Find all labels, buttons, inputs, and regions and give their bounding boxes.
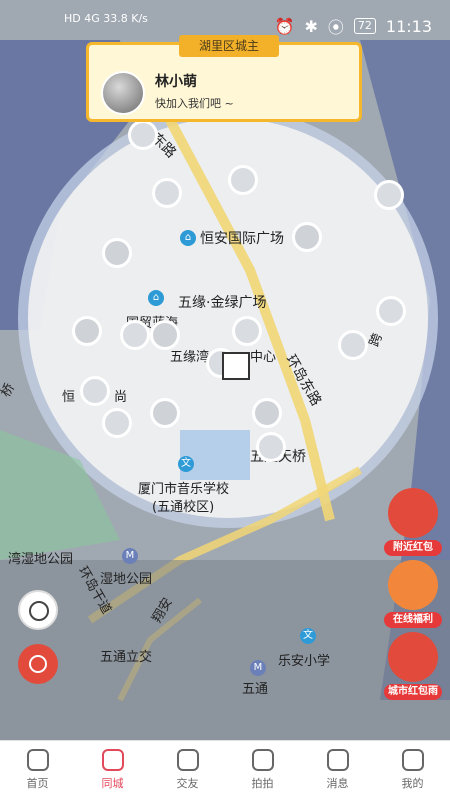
profile-icon	[401, 749, 424, 771]
user-marker[interactable]	[338, 330, 368, 360]
metro-icon: M	[122, 548, 138, 564]
poi-label-lean: 乐安小学	[278, 654, 331, 669]
user-marker[interactable]	[252, 398, 282, 428]
user-marker[interactable]	[376, 296, 406, 326]
city-redpacket-rain-button[interactable]: 城市红包雨	[384, 632, 442, 700]
status-bar: HD 4G 33.8 K/s ⏰ ✱ ⦿ 72 11:13	[0, 0, 450, 48]
location-icon	[176, 749, 199, 771]
poi-label-school2: (五通校区)	[152, 500, 215, 515]
time-label: 11:13	[385, 16, 432, 36]
bottom-tab-bar: 首页 同城 交友 拍拍 消息 我的	[0, 740, 450, 801]
user-name: 林小萌	[155, 74, 197, 90]
network-status: HD 4G 33.8 K/s	[64, 12, 148, 25]
user-marker[interactable]	[256, 432, 286, 462]
user-subtitle: 快加入我们吧 ~	[155, 97, 234, 110]
status-left: HD 4G 33.8 K/s	[64, 12, 148, 25]
tab-friends-label: 交友	[176, 777, 199, 790]
city-lord-card[interactable]: 湖里区城主 林小萌 快加入我们吧 ~	[86, 35, 362, 122]
poi-label-wuyuanwan: 五缘湾	[170, 350, 210, 365]
map-view[interactable]: HD 4G 33.8 K/s ⏰ ✱ ⦿ 72 11:13 湖里区城主 林小萌 …	[0, 0, 450, 740]
poi-label-center: 中心	[250, 350, 277, 365]
online-welfare-button[interactable]: 在线福利	[384, 560, 442, 628]
user-marker[interactable]	[150, 398, 180, 428]
user-marker[interactable]	[102, 238, 132, 268]
home-icon	[26, 749, 49, 771]
user-marker[interactable]	[150, 320, 180, 350]
user-marker[interactable]	[80, 376, 110, 406]
map-text-shang: 尚	[114, 390, 128, 405]
tab-home-label: 首页	[26, 777, 49, 790]
tab-same-city-label: 同城	[101, 777, 124, 790]
user-marker[interactable]	[152, 178, 182, 208]
user-marker[interactable]	[292, 222, 322, 252]
user-marker[interactable]	[72, 316, 102, 346]
tab-messages[interactable]: 消息	[300, 741, 375, 801]
status-right: ⏰ ✱ ⦿ 72 11:13	[275, 14, 432, 38]
bluetooth-icon: ✱	[304, 16, 318, 36]
locate-button[interactable]	[18, 590, 58, 630]
tab-photo[interactable]: 拍拍	[225, 741, 300, 801]
user-marker[interactable]	[232, 316, 262, 346]
poi-label-wetland2: 湾湿地公园	[8, 552, 74, 567]
poi-label-wutong2: 五通	[242, 682, 269, 697]
user-marker[interactable]	[102, 408, 132, 438]
battery-indicator: 72	[353, 18, 376, 34]
poi-icon: 文	[300, 628, 316, 644]
city-redpacket-rain-label: 城市红包雨	[384, 684, 442, 700]
tab-home[interactable]: 首页	[0, 741, 75, 801]
message-icon	[326, 749, 349, 771]
poi-label-wetland: 湿地公园	[100, 572, 153, 587]
qr-code-icon[interactable]	[222, 352, 250, 380]
location-icon: ⦿	[327, 18, 344, 37]
refresh-icon	[29, 655, 47, 673]
map-pin-icon	[101, 749, 124, 771]
user-marker[interactable]	[120, 320, 150, 350]
poi-label-hengan: 恒安国际广场	[200, 231, 284, 247]
tab-same-city[interactable]: 同城	[75, 741, 150, 801]
refresh-button[interactable]	[18, 644, 58, 684]
tab-photo-label: 拍拍	[251, 777, 274, 790]
poi-label-wutong-jiao: 五通立交	[100, 650, 153, 665]
map-text-heng: 恒	[62, 390, 76, 405]
nearby-redpacket-label: 附近红包	[384, 540, 442, 556]
poi-label-wuyuan: 五缘·金绿广场	[178, 295, 267, 311]
camera-icon	[251, 749, 274, 771]
metro-icon: M	[250, 660, 266, 676]
user-marker[interactable]	[374, 180, 404, 210]
user-marker[interactable]	[228, 165, 258, 195]
locate-icon	[29, 601, 49, 621]
nearby-redpacket-button[interactable]: 附近红包	[384, 488, 442, 556]
user-avatar[interactable]	[101, 71, 145, 115]
tab-profile[interactable]: 我的	[375, 741, 450, 801]
user-marker[interactable]	[128, 120, 158, 150]
poi-icon: 文	[178, 456, 194, 472]
alarm-icon: ⏰	[274, 16, 295, 36]
poi-label-school: 厦门市音乐学校	[138, 482, 230, 497]
online-welfare-label: 在线福利	[384, 612, 442, 628]
poi-icon: ⌂	[180, 230, 196, 246]
tab-friends[interactable]: 交友	[150, 741, 225, 801]
poi-icon: ⌂	[148, 290, 164, 306]
tab-profile-label: 我的	[401, 777, 424, 790]
tab-messages-label: 消息	[326, 777, 349, 790]
